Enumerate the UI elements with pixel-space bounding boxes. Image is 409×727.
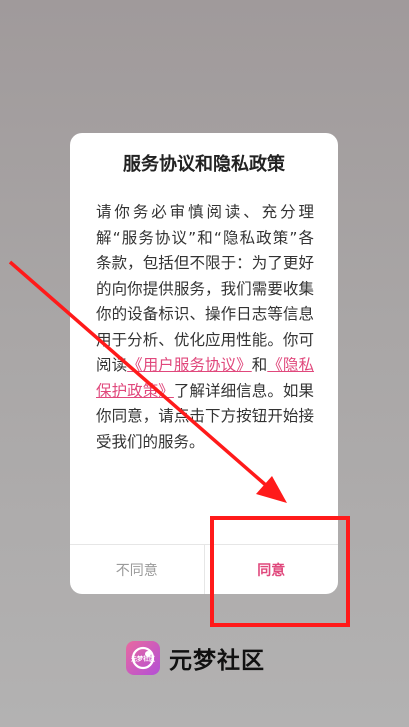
app-logo-icon: 元梦社区 xyxy=(126,641,160,675)
disagree-button[interactable]: 不同意 xyxy=(70,545,205,594)
privacy-dialog: 服务协议和隐私政策 请你务必审慎阅读、充分理解“服务协议”和“隐私政策”各条款，… xyxy=(70,133,338,594)
service-agreement-link[interactable]: 《用户服务协议》 xyxy=(127,356,252,374)
brand-footer: 元梦社区 元梦社区 xyxy=(126,640,265,676)
brand-name: 元梦社区 xyxy=(169,648,265,674)
dialog-footer: 不同意 同意 xyxy=(70,544,338,594)
body-text-and: 和 xyxy=(251,356,268,374)
dialog-body: 请你务必审慎阅读、充分理解“服务协议”和“隐私政策”各条款，包括但不限于：为了更… xyxy=(96,200,314,455)
dialog-title: 服务协议和隐私政策 xyxy=(123,154,285,175)
body-text-intro: 请你务必审慎阅读、充分理解“服务协议”和“隐私政策”各条款，包括但不限于：为了更… xyxy=(96,203,314,374)
logo-text: 元梦社区 xyxy=(130,655,155,663)
agree-button[interactable]: 同意 xyxy=(205,545,339,594)
